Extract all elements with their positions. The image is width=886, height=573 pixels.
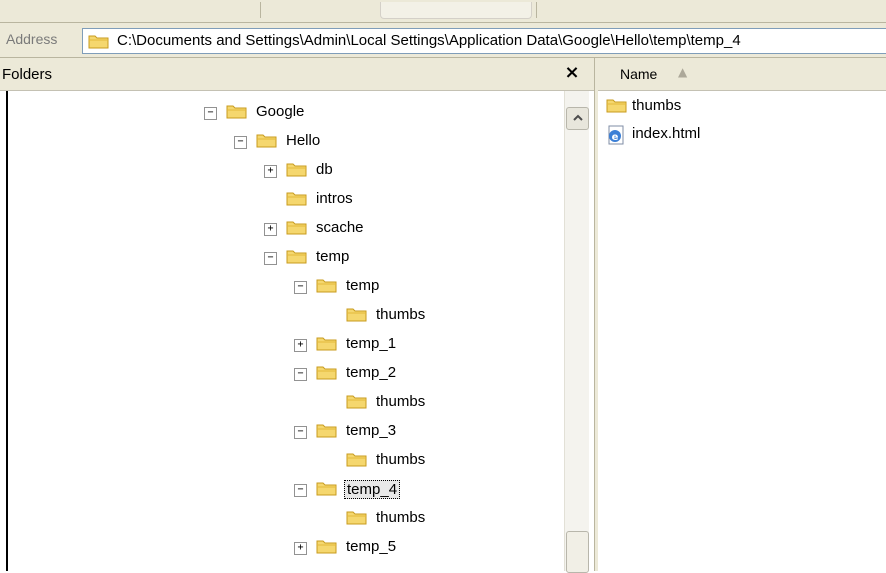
toolbar-button[interactable] [380,2,532,19]
tree-item-label: Google [256,103,305,120]
tree-item-label: scache [316,219,364,236]
address-bar: Address C:\Documents and Settings\Admin\… [0,23,886,58]
folder-icon [316,335,338,355]
chevron-up-icon [572,114,583,121]
tree-item-label: temp_2 [346,364,397,381]
folder-icon [346,393,368,413]
tree-item-label: thumbs [376,393,426,410]
close-folders-pane-button[interactable]: × [560,62,584,86]
folder-tree: − Google − Hello + db intros + scache − temp − temp t… [6,91,566,571]
expand-icon[interactable]: + [264,165,277,178]
expand-icon[interactable]: + [294,542,307,555]
folder-icon [606,97,628,117]
folder-icon [286,190,308,210]
scroll-thumb[interactable] [566,531,589,573]
folder-icon [316,538,338,558]
folder-icon [346,306,368,326]
expand-icon[interactable]: + [264,223,277,236]
collapse-icon[interactable]: − [294,281,307,294]
collapse-icon[interactable]: − [294,368,307,381]
folders-pane-header: Folders × [0,58,594,91]
file-list-header: Name ▲ [598,58,886,91]
file-list-item-label: thumbs [632,97,682,114]
svg-text:e: e [612,132,619,143]
tree-item-label: intros [316,190,353,207]
collapse-icon[interactable]: − [234,136,247,149]
tree-item-label: temp_5 [346,538,397,555]
folder-icon [286,161,308,181]
expand-icon[interactable]: + [294,339,307,352]
scroll-up-button[interactable] [566,107,589,130]
folder-icon [286,248,308,268]
folder-icon [316,422,338,442]
folder-icon [88,33,110,53]
address-input[interactable]: C:\Documents and Settings\Admin\Local Se… [82,28,886,54]
file-list-item-label: index.html [632,125,701,142]
tree-item-label: temp_1 [346,335,397,352]
collapse-icon[interactable]: − [294,484,307,497]
ie-html-icon: e [606,125,626,149]
column-header-name[interactable]: Name [620,66,657,82]
toolbar-separator [536,2,537,18]
toolbar-separator [260,2,261,18]
folder-icon [346,509,368,529]
tree-item-label: temp [346,277,380,294]
collapse-icon[interactable]: − [264,252,277,265]
tree-item-label: thumbs [376,306,426,323]
folder-icon [286,219,308,239]
tree-item-label: temp_4 [344,480,401,499]
folders-title: Folders [2,66,53,83]
tree-item-label: temp [316,248,350,265]
tree-scrollbar[interactable] [564,91,589,573]
folder-icon [256,132,278,152]
collapse-icon[interactable]: − [294,426,307,439]
tree-item-label: temp_3 [346,422,397,439]
toolbar-strip [0,0,886,23]
folder-icon [226,103,248,123]
tree-item-label: thumbs [376,451,426,468]
collapse-icon[interactable]: − [204,107,217,120]
tree-item-label: Hello [286,132,321,149]
folder-icon [346,451,368,471]
folder-icon [316,364,338,384]
sort-ascending-icon: ▲ [678,65,688,79]
folder-icon [316,277,338,297]
tree-item-label: thumbs [376,509,426,526]
folder-icon [316,480,338,500]
tree-item-label: db [316,161,333,178]
file-list: thumbs e index.html [598,91,886,571]
address-label: Address [6,31,58,47]
address-path: C:\Documents and Settings\Admin\Local Se… [117,32,741,49]
